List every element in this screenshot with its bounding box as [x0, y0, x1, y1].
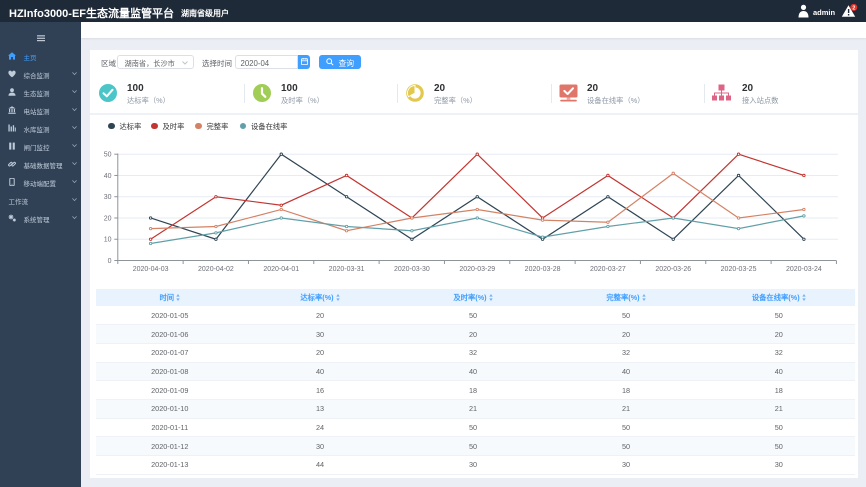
svg-text:2: 2	[852, 6, 855, 12]
svg-text:2020-03-26: 2020-03-26	[655, 266, 691, 273]
svg-text:0: 0	[108, 258, 112, 265]
svg-text:30: 30	[104, 194, 112, 201]
svg-text:40: 40	[104, 173, 112, 180]
svg-text:2020-03-27: 2020-03-27	[590, 266, 626, 273]
svg-text:50: 50	[104, 152, 112, 159]
svg-text:20: 20	[104, 215, 112, 222]
svg-text:2020-04-01: 2020-04-01	[263, 266, 299, 273]
svg-text:2020-03-25: 2020-03-25	[721, 266, 757, 273]
svg-text:2020-04-03: 2020-04-03	[133, 266, 169, 273]
svg-text:2020-03-29: 2020-03-29	[459, 266, 495, 273]
svg-text:2020-03-31: 2020-03-31	[329, 266, 365, 273]
svg-text:2020-03-30: 2020-03-30	[394, 266, 430, 273]
svg-text:2020-03-28: 2020-03-28	[525, 266, 561, 273]
svg-text:10: 10	[104, 237, 112, 244]
svg-text:2020-04-02: 2020-04-02	[198, 266, 234, 273]
svg-text:2020-03-24: 2020-03-24	[786, 266, 822, 273]
